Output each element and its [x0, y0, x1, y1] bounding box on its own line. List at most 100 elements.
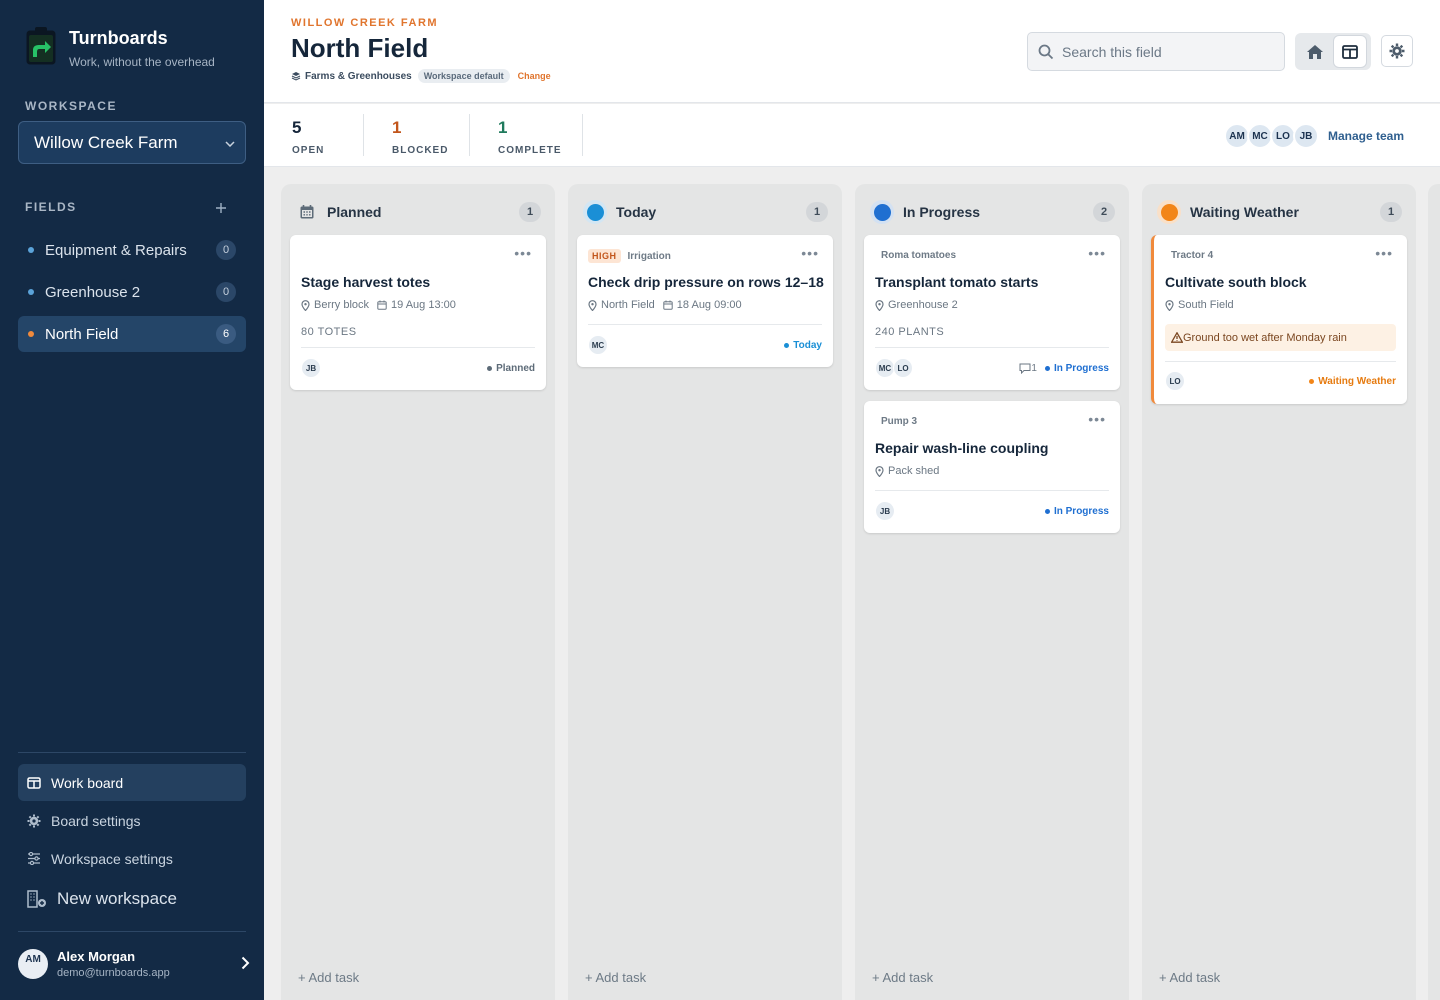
stat-label: OPEN [292, 145, 325, 156]
task-meta: Pack shed [875, 465, 939, 477]
more-icon[interactable]: ••• [1088, 412, 1106, 426]
board-group: Farms & Greenhouses [305, 70, 412, 82]
sidebar-field-north-field[interactable]: North Field 6 [18, 316, 246, 352]
task-meta: South Field [1165, 299, 1234, 311]
status-dot [586, 203, 604, 221]
stat-label: COMPLETE [498, 145, 562, 156]
column-header: Waiting Weather 1 [1157, 200, 1402, 224]
task-title: Cultivate south block [1165, 274, 1307, 290]
chevron-right-icon [241, 953, 250, 976]
gear-icon [27, 814, 41, 827]
task-date: 18 Aug 09:00 [676, 299, 742, 311]
user-menu[interactable]: AM Alex Morgan demo@turnboards.app [18, 949, 250, 979]
task-card[interactable]: ••• Roma tomatoes Transplant tomato star… [864, 235, 1120, 390]
task-location: Berry block [314, 299, 370, 311]
nav-work-board[interactable]: Work board [18, 764, 246, 801]
column-waiting-weather: Waiting Weather 1 ••• Tractor 4 Cultivat… [1142, 184, 1416, 1000]
user-email: demo@turnboards.app [57, 967, 170, 979]
task-card[interactable]: ••• Stage harvest totes Berry block 19 A… [290, 235, 546, 390]
add-task-button[interactable]: + Add task [1159, 970, 1220, 985]
sidebar-divider [18, 752, 246, 753]
in-progress-status-icon [870, 200, 894, 224]
more-icon[interactable]: ••• [801, 246, 819, 260]
brand[interactable]: Turnboards Work, without the overhead [25, 26, 215, 69]
sliders-icon [28, 852, 40, 865]
home-icon [1307, 44, 1323, 59]
task-tag: Tractor 4 [1171, 250, 1214, 261]
field-dot [28, 289, 34, 295]
fields-label: FIELDS [25, 200, 77, 214]
nav-new-workspace[interactable]: New workspace [18, 880, 246, 917]
add-task-button[interactable]: + Add task [298, 970, 359, 985]
avatar: JB [875, 501, 895, 521]
avatar: AM [18, 949, 48, 979]
board-view-button[interactable] [1334, 36, 1366, 67]
home-view-button[interactable] [1299, 36, 1331, 67]
location-pin-icon [1165, 299, 1174, 311]
task-title: Transplant tomato starts [875, 274, 1039, 290]
search-input[interactable]: Search this field [1027, 32, 1285, 71]
sidebar-field-greenhouse[interactable]: Greenhouse 2 0 [18, 274, 246, 310]
task-title: Stage harvest totes [301, 274, 431, 290]
column-header: Today 1 [583, 200, 828, 224]
status-dot [784, 342, 790, 348]
blocker-alert: Ground too wet after Monday rain [1165, 324, 1396, 351]
building-add-icon [27, 889, 46, 908]
field-dot [28, 247, 34, 253]
stat-value: 1 [392, 118, 402, 137]
field-dot [28, 331, 34, 337]
nav-workspace-settings[interactable]: Workspace settings [18, 840, 246, 877]
add-field-icon[interactable] [216, 197, 226, 218]
column-count: 2 [1093, 202, 1115, 222]
task-title: Repair wash-line coupling [875, 440, 1049, 456]
more-icon[interactable]: ••• [514, 246, 532, 260]
view-toggle [1295, 33, 1371, 70]
task-quantity: 240 PLANTS [875, 326, 945, 338]
layers-icon [291, 72, 301, 81]
stat-open: 5 OPEN [292, 118, 324, 156]
calendar-icon [300, 205, 314, 219]
status-badge: In Progress [1044, 362, 1109, 374]
column-title: Waiting Weather [1190, 204, 1299, 220]
more-icon[interactable]: ••• [1375, 246, 1393, 260]
stat-divider [363, 114, 364, 156]
task-card[interactable]: ••• Tractor 4 Cultivate south block Sout… [1151, 235, 1407, 404]
status-dot [1044, 365, 1050, 371]
card-footer: MC LO 1 In Progress [875, 358, 1109, 378]
change-link[interactable]: Change [518, 71, 551, 81]
settings-button[interactable] [1381, 35, 1413, 67]
card-divider [588, 324, 822, 325]
sidebar-field-equipment[interactable]: Equipment & Repairs 0 [18, 232, 246, 268]
waiting-status-icon [1157, 200, 1181, 224]
card-divider [875, 490, 1109, 491]
column-title: Today [616, 204, 657, 220]
add-task-button[interactable]: + Add task [872, 970, 933, 985]
status-dot [487, 365, 493, 371]
page-header: WILLOW CREEK FARM North Field Farms & Gr… [264, 0, 1440, 103]
add-task-button[interactable]: + Add task [585, 970, 646, 985]
location-pin-icon [875, 299, 884, 311]
stat-divider [582, 114, 583, 156]
comment-count[interactable]: 1 [1019, 363, 1037, 374]
manage-team-link[interactable]: Manage team [1328, 129, 1404, 143]
calendar-icon [663, 300, 673, 310]
nav-board-settings[interactable]: Board settings [18, 802, 246, 839]
task-card[interactable]: ••• Pump 3 Repair wash-line coupling Pac… [864, 401, 1120, 533]
field-count: 0 [216, 240, 236, 260]
column-count: 1 [519, 202, 541, 222]
more-icon[interactable]: ••• [1088, 246, 1106, 260]
sidebar-divider [18, 931, 246, 932]
workspace-select[interactable]: Willow Creek Farm [18, 121, 246, 164]
task-title: Check drip pressure on rows 12–18 [588, 274, 824, 290]
stat-complete: 1 COMPLETE [498, 118, 562, 156]
column-today: Today 1 ••• HIGH Irrigation Check drip p… [568, 184, 842, 1000]
status-label: In Progress [1053, 505, 1109, 517]
team-avatars[interactable]: AM MC LO JB Manage team [1224, 123, 1404, 149]
alert-text: Ground too wet after Monday rain [1183, 331, 1347, 344]
workspace-select-value: Willow Creek Farm [34, 132, 178, 152]
status-label: In Progress [1053, 362, 1109, 374]
board-meta: Farms & Greenhouses Workspace default Ch… [291, 69, 551, 83]
gear-icon [1389, 43, 1405, 59]
nav-label: Work board [51, 774, 124, 791]
task-card[interactable]: ••• HIGH Irrigation Check drip pressure … [577, 235, 833, 367]
